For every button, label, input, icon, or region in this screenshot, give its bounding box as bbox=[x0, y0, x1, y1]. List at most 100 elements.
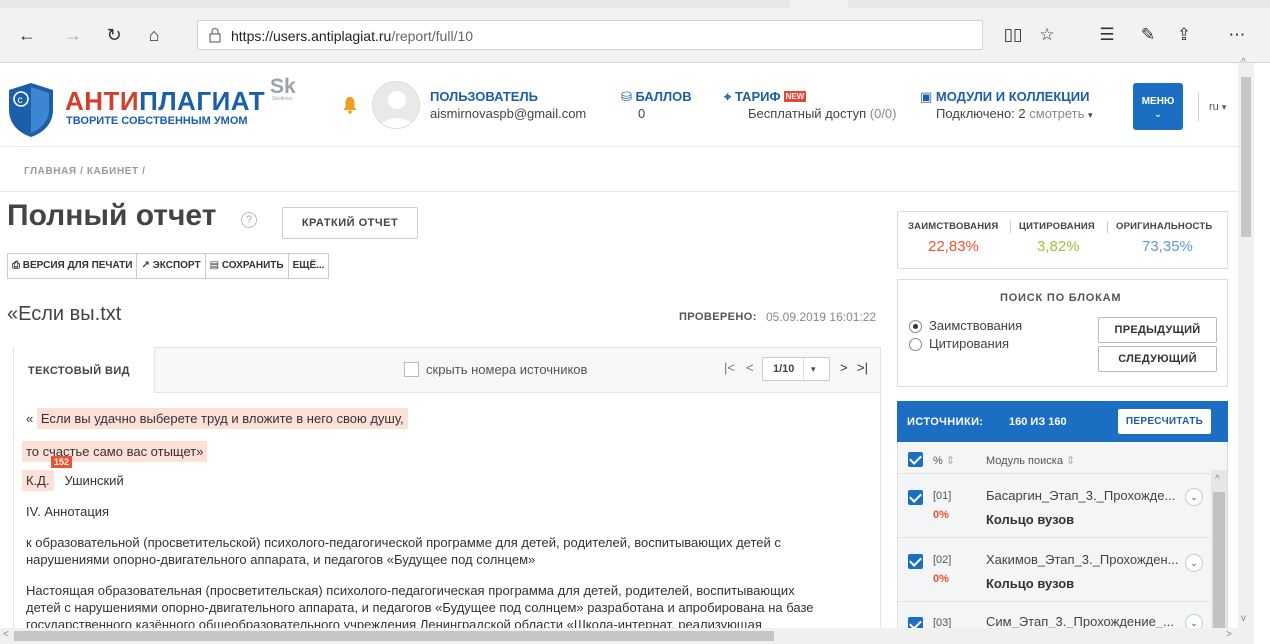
scroll-right-icon[interactable]: > bbox=[1226, 629, 1232, 640]
source-checkbox[interactable] bbox=[908, 554, 923, 569]
points-value: 0 bbox=[638, 106, 646, 121]
export-icon: ↗ bbox=[141, 260, 153, 271]
favorites-list-icon[interactable]: ☰ bbox=[1094, 22, 1120, 48]
menu-button[interactable]: МЕНЮ ⌄ bbox=[1133, 83, 1183, 130]
text-line: к образовательной (просветительской) пси… bbox=[26, 535, 781, 550]
new-badge: NEW bbox=[783, 91, 807, 102]
back-icon[interactable]: ← bbox=[14, 22, 40, 48]
source-name[interactable]: Басаргин_Этап_3._Прохожде... bbox=[986, 488, 1175, 503]
radio-borrowings-label[interactable]: Заимствования bbox=[929, 318, 1022, 333]
sources-scrollbar[interactable]: ^ bbox=[1211, 470, 1227, 644]
row-divider bbox=[898, 473, 1210, 474]
forward-icon[interactable]: → bbox=[60, 22, 86, 48]
scroll-up-icon[interactable]: ^ bbox=[1241, 57, 1246, 68]
source-module: Кольцо вузов bbox=[986, 512, 1075, 527]
document-name: «Если вы.txt bbox=[7, 303, 122, 325]
favorite-star-icon[interactable]: ☆ bbox=[1034, 22, 1060, 48]
share-icon[interactable]: ⇪ bbox=[1171, 22, 1197, 48]
highlight-borrowed[interactable]: Если вы удачно выберете труд и вложите в… bbox=[36, 408, 408, 429]
row-divider bbox=[898, 601, 1210, 602]
first-page-icon[interactable]: |< bbox=[724, 360, 735, 375]
avatar[interactable] bbox=[372, 81, 420, 129]
source-module: Кольцо вузов bbox=[986, 576, 1075, 591]
text-line: Настоящая образовательная (просветительс… bbox=[26, 583, 795, 598]
tariff-label[interactable]: ⌖ ТАРИФ NEW bbox=[724, 89, 807, 105]
window-edge bbox=[1254, 63, 1270, 644]
user-label[interactable]: ПОЛЬЗОВАТЕЛЬ bbox=[430, 89, 538, 104]
scrollbar-thumb[interactable] bbox=[1241, 77, 1251, 237]
page-select[interactable]: 1/10 ▾ bbox=[762, 357, 830, 381]
block-search-title: ПОИСК ПО БЛОКАМ bbox=[1000, 292, 1122, 304]
save-button[interactable]: ▤ СОХРАНИТЬ bbox=[206, 254, 289, 278]
antiplagiat-shield-logo[interactable]: c bbox=[7, 82, 55, 138]
tab-text-view[interactable]: ТЕКСТОВЫЙ ВИД bbox=[14, 347, 155, 395]
tariff-value: Бесплатный доступ (0/0) bbox=[748, 106, 897, 121]
orig-value: 73,35% bbox=[1142, 238, 1193, 255]
text-line: то счастье само вас отыщет» bbox=[22, 441, 208, 462]
reading-view-icon[interactable]: ▯▯ bbox=[1000, 22, 1026, 48]
page-vertical-scrollbar[interactable]: ^ v bbox=[1238, 57, 1254, 628]
source-percent: 0% bbox=[933, 509, 949, 521]
column-module[interactable]: Модуль поиска ⇕ bbox=[986, 454, 1075, 467]
source-number-tag[interactable]: 152 bbox=[51, 456, 73, 468]
text-line: К.Д. Ушинский bbox=[22, 470, 124, 491]
browser-tabstrip bbox=[0, 0, 1270, 8]
more-button[interactable]: ЕЩЁ... bbox=[289, 254, 329, 278]
text-line: IV. Аннотация bbox=[26, 504, 110, 519]
scroll-left-icon[interactable]: < bbox=[3, 629, 9, 640]
recalculate-button[interactable]: ПЕРЕСЧИТАТЬ bbox=[1118, 409, 1211, 434]
refresh-icon[interactable]: ↻ bbox=[101, 22, 127, 48]
pen-icon[interactable]: ✎ bbox=[1135, 22, 1161, 48]
source-index: [01] bbox=[933, 490, 952, 502]
row-divider bbox=[898, 537, 1210, 538]
column-percent[interactable]: % ⇕ bbox=[933, 454, 955, 467]
breadcrumb[interactable]: ГЛАВНАЯ / КАБИНЕТ / bbox=[24, 166, 146, 177]
active-tab[interactable] bbox=[790, 0, 848, 8]
report-toolbar: ⎙ ВЕРСИЯ ДЛЯ ПЕЧАТИ ↗ ЭКСПОРТ ▤ СОХРАНИТ… bbox=[7, 253, 330, 279]
hide-numbers-checkbox[interactable] bbox=[404, 362, 419, 377]
language-selector[interactable]: ru ▾ bbox=[1198, 93, 1226, 121]
highlight-borrowed[interactable]: К.Д. bbox=[22, 470, 54, 491]
scrollbar-thumb[interactable] bbox=[14, 631, 774, 641]
hide-numbers-label[interactable]: скрыть номера источников bbox=[426, 362, 587, 377]
export-button[interactable]: ↗ ЭКСПОРТ bbox=[137, 254, 206, 278]
home-icon[interactable]: ⌂ bbox=[141, 22, 167, 48]
source-name[interactable]: Хакимов_Этап_3._Прохожден... bbox=[986, 552, 1179, 567]
address-bar[interactable]: https://users.antiplagiat.ru/report/full… bbox=[197, 20, 983, 50]
radio-citations-label[interactable]: Цитирования bbox=[929, 336, 1009, 351]
print-button[interactable]: ⎙ ВЕРСИЯ ДЛЯ ПЕЧАТИ bbox=[8, 254, 138, 278]
prev-page-icon[interactable]: < bbox=[746, 360, 754, 375]
points-label[interactable]: ⛁ БАЛЛОВ bbox=[621, 89, 692, 105]
borrow-value: 22,83% bbox=[928, 238, 979, 255]
stat-divider bbox=[1010, 221, 1011, 233]
cite-label: ЦИТИРОВАНИЯ bbox=[1019, 221, 1095, 232]
modules-value[interactable]: Подключено: 2 смотреть ▾ bbox=[936, 106, 1093, 121]
page-horizontal-scrollbar[interactable]: < > bbox=[0, 628, 1254, 644]
scroll-down-icon[interactable]: v bbox=[1241, 613, 1246, 624]
last-page-icon[interactable]: >| bbox=[857, 360, 868, 375]
radio-citations[interactable] bbox=[909, 338, 922, 351]
scrollbar-thumb[interactable] bbox=[1213, 492, 1225, 644]
highlight-borrowed[interactable]: то счастье само вас отыщет» bbox=[22, 441, 208, 462]
chevron-down-icon[interactable]: ⌄ bbox=[1185, 554, 1203, 572]
checked-label: ПРОВЕРЕНО: bbox=[679, 311, 757, 323]
user-email: aismirnovaspb@gmail.com bbox=[430, 106, 587, 121]
select-all-checkbox[interactable] bbox=[908, 452, 923, 467]
radio-borrowings[interactable] bbox=[909, 320, 922, 333]
source-checkbox[interactable] bbox=[908, 490, 923, 505]
previous-block-button[interactable]: ПРЕДЫДУЩИЙ bbox=[1098, 317, 1217, 343]
bell-icon[interactable] bbox=[343, 96, 357, 114]
more-icon[interactable]: ⋯ bbox=[1224, 22, 1250, 48]
short-report-button[interactable]: КРАТКИЙ ОТЧЕТ bbox=[282, 207, 418, 239]
source-name[interactable]: Сим_Этап_3._Прохождение_... bbox=[986, 614, 1174, 629]
floppy-icon: ▤ bbox=[209, 260, 222, 271]
chevron-down-icon[interactable]: ⌄ bbox=[1185, 488, 1203, 506]
scroll-up-icon[interactable]: ^ bbox=[1215, 474, 1220, 485]
modules-label[interactable]: ▣ МОДУЛИ И КОЛЛЕКЦИИ bbox=[920, 89, 1089, 105]
logo-title[interactable]: АНТИПЛАГИАТ bbox=[65, 86, 265, 117]
next-block-button[interactable]: СЛЕДУЮЩИЙ bbox=[1098, 346, 1217, 372]
help-icon[interactable]: ? bbox=[241, 212, 257, 228]
url-text: https://users.antiplagiat.ru/report/full… bbox=[231, 28, 474, 44]
chevron-down-icon: ▾ bbox=[811, 364, 816, 374]
next-page-icon[interactable]: > bbox=[840, 360, 848, 375]
